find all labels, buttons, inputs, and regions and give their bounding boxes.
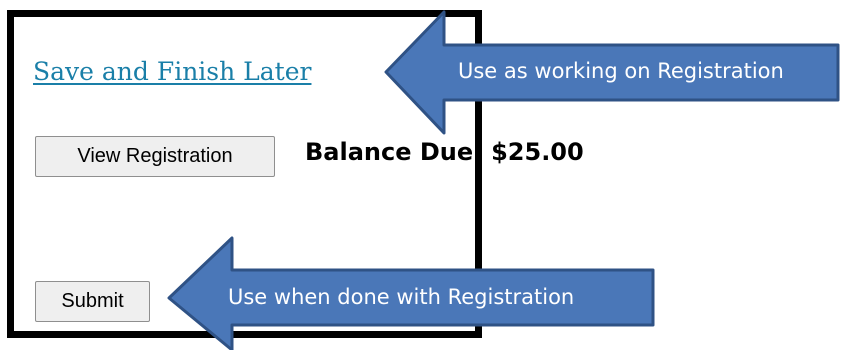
callout-top-text: Use as working on Registration <box>458 59 784 83</box>
callout-bottom-text: Use when done with Registration <box>228 285 575 309</box>
